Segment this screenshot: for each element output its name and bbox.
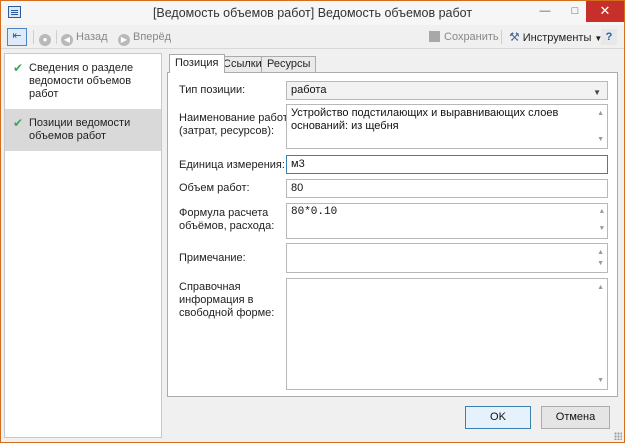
close-button[interactable]: ✕ xyxy=(586,1,624,22)
scroll-down-icon[interactable]: ▼ xyxy=(597,257,604,270)
save-label: Сохранить xyxy=(444,31,499,43)
tools-label: Инструменты xyxy=(522,32,592,44)
unit-label: Единица измерения: xyxy=(179,159,285,171)
home-button[interactable]: ● xyxy=(39,29,54,46)
toolbar-separator xyxy=(501,30,502,44)
formula-value: 80*0.10 xyxy=(291,206,338,218)
nav-item-label: Сведения о разделе ведомости объемов раб… xyxy=(29,62,134,100)
chevron-down-icon: ▼ xyxy=(593,88,601,97)
cancel-button[interactable]: Отмена xyxy=(541,406,610,429)
work-name-value: Устройство подстилающих и выравнивающих … xyxy=(291,107,559,132)
check-icon: ✔ xyxy=(13,61,24,75)
volume-value: 80 xyxy=(291,182,304,194)
info-textarea[interactable]: ▲ ▼ xyxy=(286,278,608,390)
info-label: Справочная информация в свободной форме: xyxy=(179,281,275,319)
volume-input[interactable]: 80 xyxy=(286,179,608,198)
formula-textarea[interactable]: 80*0.10 ▲ ▼ xyxy=(286,203,608,239)
toolbar-separator xyxy=(56,30,57,44)
position-form: Тип позиции: работа ▼ Наименование работ… xyxy=(167,72,618,397)
title-bar: [Ведомость объемов работ] Ведомость объе… xyxy=(1,1,624,25)
type-label: Тип позиции: xyxy=(179,84,246,96)
type-select[interactable]: работа ▼ xyxy=(286,81,608,100)
back-button[interactable]: ◀ Назад xyxy=(61,29,108,46)
tools-menu-button[interactable]: ⚒ Инструменты ▼ xyxy=(509,29,602,45)
scroll-up-icon[interactable]: ▲ xyxy=(600,206,604,219)
work-name-label: Наименование работ (затрат, ресурсов): xyxy=(179,112,288,137)
scroll-down-icon[interactable]: ▼ xyxy=(597,133,604,146)
nav-item-section-info[interactable]: ✔ Сведения о разделе ведомости объемов р… xyxy=(5,54,161,109)
forward-label: Вперёд xyxy=(133,31,172,43)
resize-grip-icon[interactable] xyxy=(614,432,622,440)
nav-item-positions[interactable]: ✔ Позиции ведомости объемов работ xyxy=(5,109,161,151)
maximize-button[interactable]: □ xyxy=(561,1,589,22)
ok-button[interactable]: OK xyxy=(465,406,531,429)
tools-icon: ⚒ xyxy=(509,30,520,44)
toolbar: ⇤ ● ◀ Назад ▶ Вперёд Сохранить ⚒ Инструмент… xyxy=(1,25,624,49)
tab-position[interactable]: Позиция xyxy=(169,54,225,73)
nav-item-label: Позиции ведомости объемов работ xyxy=(29,117,131,142)
dialog-window: [Ведомость объемов работ] Ведомость объе… xyxy=(0,0,625,443)
note-label: Примечание: xyxy=(179,252,246,264)
unit-input[interactable]: м3 xyxy=(286,155,608,174)
save-button[interactable]: Сохранить xyxy=(429,29,499,45)
scroll-up-icon[interactable]: ▲ xyxy=(597,281,604,294)
volume-label: Объем работ: xyxy=(179,182,250,194)
check-icon: ✔ xyxy=(13,116,24,130)
toolbar-separator xyxy=(33,30,34,44)
formula-label: Формула расчета объёмов, расхода: xyxy=(179,207,275,232)
toggle-panel-button[interactable]: ⇤ xyxy=(7,28,27,46)
save-icon xyxy=(429,31,440,42)
forward-button[interactable]: ▶ Вперёд xyxy=(118,29,172,46)
scroll-down-icon[interactable]: ▼ xyxy=(600,223,604,236)
back-arrow-icon: ◀ xyxy=(61,34,73,46)
tab-resources[interactable]: Ресурсы xyxy=(261,56,317,72)
back-label: Назад xyxy=(76,31,108,43)
scroll-down-icon[interactable]: ▼ xyxy=(597,374,604,387)
home-icon: ● xyxy=(39,34,51,46)
help-button[interactable]: ? xyxy=(601,29,617,45)
section-nav: ✔ Сведения о разделе ведомости объемов р… xyxy=(4,53,162,438)
scroll-up-icon[interactable]: ▲ xyxy=(597,107,604,120)
work-name-textarea[interactable]: Устройство подстилающих и выравнивающих … xyxy=(286,104,608,149)
note-textarea[interactable]: ▲ ▼ xyxy=(286,243,608,273)
unit-value: м3 xyxy=(291,158,305,170)
minimize-button[interactable]: — xyxy=(531,1,559,22)
type-value: работа xyxy=(291,84,327,96)
forward-arrow-icon: ▶ xyxy=(118,34,130,46)
